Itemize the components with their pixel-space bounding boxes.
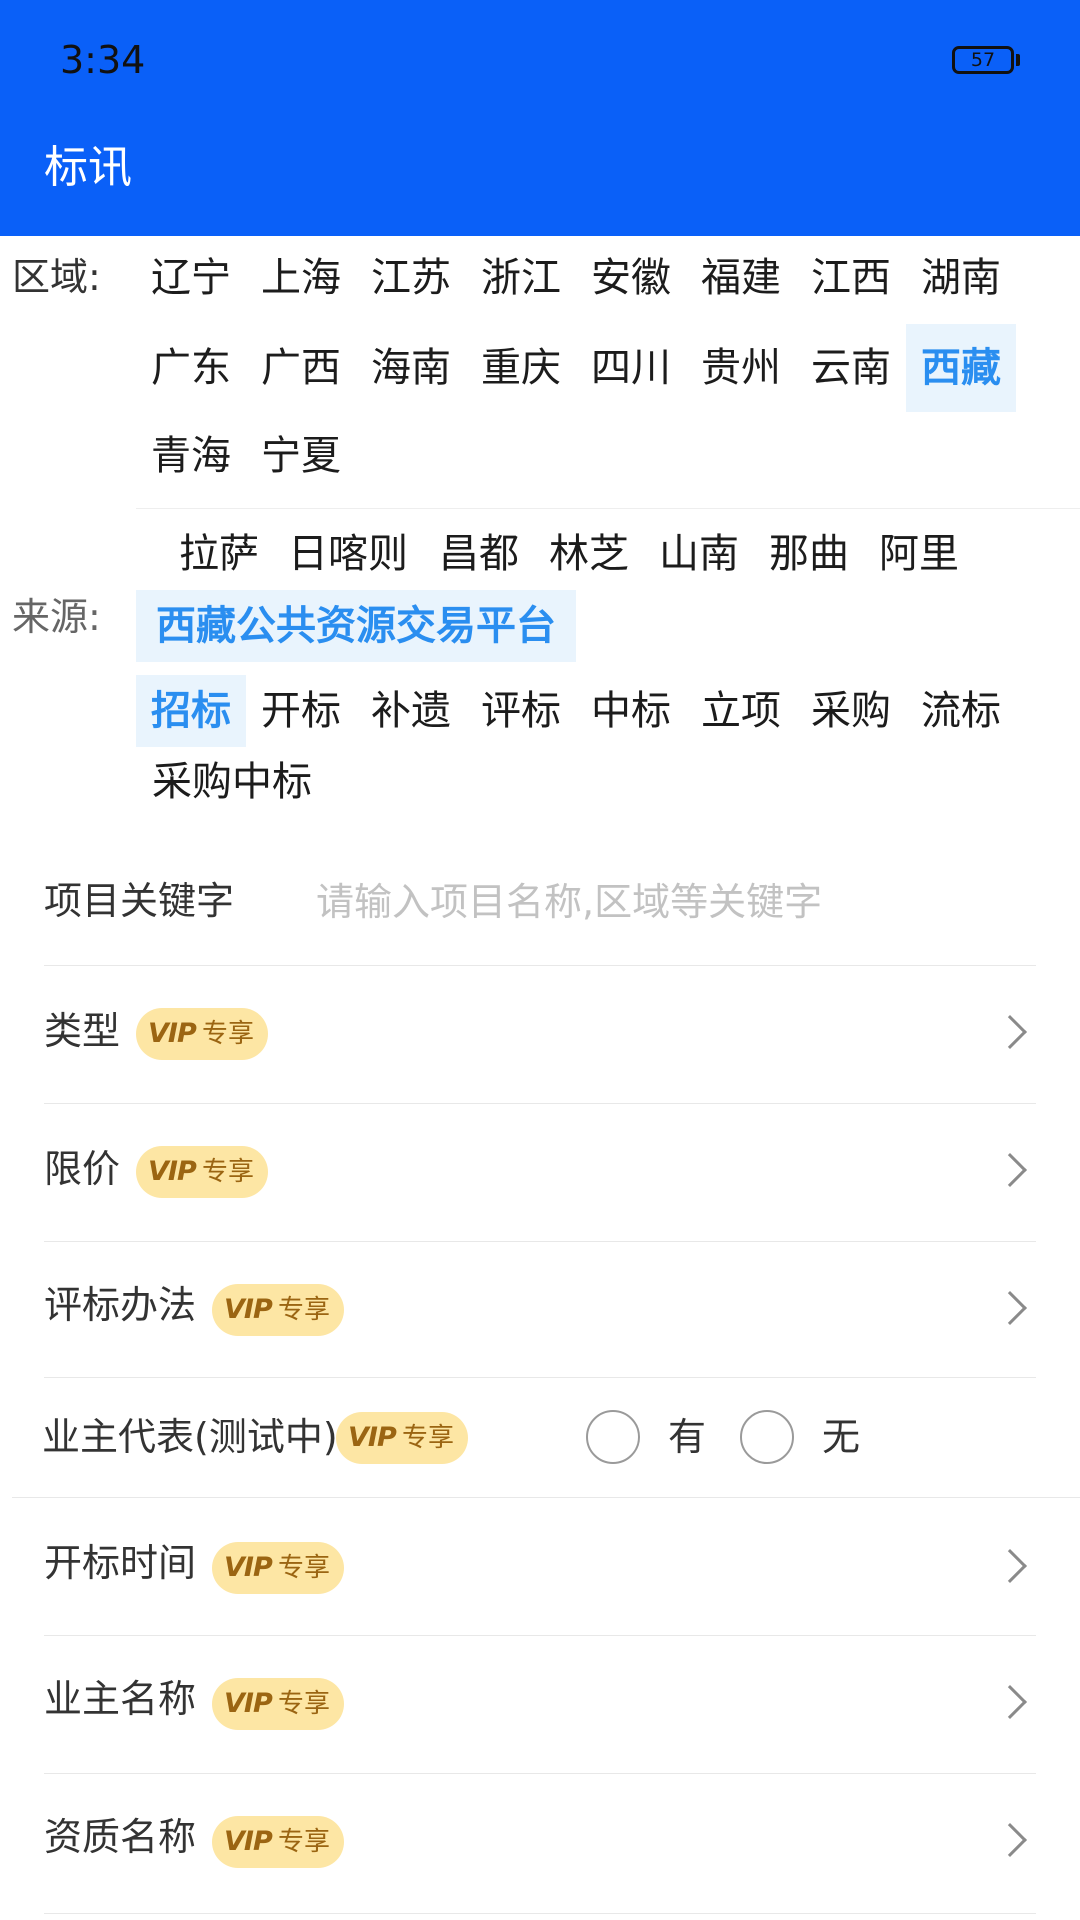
battery-icon: 57 <box>952 46 1014 74</box>
vip-exclusive-text: 专享 <box>278 1827 331 1857</box>
owner-rep-label: 业主代表(测试中) <box>42 1415 338 1459</box>
source-label: 来源: <box>12 595 101 639</box>
eval-method-label: 评标办法 <box>44 1283 197 1327</box>
qualification-label: 资质名称 <box>44 1815 197 1859</box>
region-chip-hainan[interactable]: 海南 <box>356 324 466 412</box>
eval-method-row[interactable]: 评标办法 VIP 专享 <box>44 1242 1036 1378</box>
type-chip-project-approval[interactable]: 立项 <box>686 675 796 747</box>
city-chip-shigatse[interactable]: 日喀则 <box>282 518 414 590</box>
vip-exclusive-text: 专享 <box>202 1157 255 1187</box>
region-chip-xizang-selected[interactable]: 西藏 <box>906 324 1016 412</box>
chevron-right-icon <box>993 1153 1027 1187</box>
chevron-right-icon <box>993 1291 1027 1325</box>
battery-tip <box>1016 54 1020 66</box>
type-chip-failed-bid[interactable]: 流标 <box>906 675 1016 747</box>
region-chip-shanghai[interactable]: 上海 <box>246 234 356 322</box>
type-filter-label: 类型 <box>44 1009 121 1053</box>
row-separator <box>44 1913 1036 1914</box>
city-chip-nyingchi[interactable]: 林芝 <box>534 518 644 590</box>
vip-exclusive-text: 专享 <box>278 1295 331 1325</box>
vip-exclusive-text: 专享 <box>202 1019 255 1049</box>
vip-icon: VIP <box>148 1156 197 1187</box>
region-chip-liaoning[interactable]: 辽宁 <box>136 234 246 322</box>
region-chip-qinghai[interactable]: 青海 <box>136 412 246 500</box>
open-time-label: 开标时间 <box>44 1541 197 1585</box>
type-chip-addendum[interactable]: 补遗 <box>356 675 466 747</box>
city-chip-nagqu[interactable]: 那曲 <box>754 518 864 590</box>
vip-badge: VIP 专享 <box>336 1412 468 1464</box>
region-chip-zhejiang[interactable]: 浙江 <box>466 234 576 322</box>
city-chip-shannan[interactable]: 山南 <box>644 518 754 590</box>
type-chip-procurement[interactable]: 采购 <box>796 675 906 747</box>
region-label: 区域: <box>12 255 101 299</box>
chevron-right-icon <box>993 1685 1027 1719</box>
vip-badge: VIP 专享 <box>212 1678 344 1730</box>
vip-badge: VIP 专享 <box>212 1816 344 1868</box>
status-time: 3:34 <box>60 38 146 82</box>
type-chip-evaluation[interactable]: 评标 <box>466 675 576 747</box>
region-chip-hunan[interactable]: 湖南 <box>906 234 1016 322</box>
vip-badge: VIP 专享 <box>212 1542 344 1594</box>
page-title: 标讯 <box>44 142 132 193</box>
region-chip-jiangsu[interactable]: 江苏 <box>356 234 466 322</box>
owner-name-label: 业主名称 <box>44 1677 197 1721</box>
region-chip-guizhou[interactable]: 贵州 <box>686 324 796 412</box>
owner-rep-yes-label[interactable]: 有 <box>668 1412 706 1462</box>
region-chip-sichuan[interactable]: 四川 <box>576 324 686 412</box>
vip-badge: VIP 专享 <box>212 1284 344 1336</box>
region-chip-anhui[interactable]: 安徽 <box>576 234 686 322</box>
vip-badge: VIP 专享 <box>136 1008 268 1060</box>
vip-exclusive-text: 专享 <box>278 1689 331 1719</box>
city-chip-ngari[interactable]: 阿里 <box>864 518 974 590</box>
region-chip-yunnan[interactable]: 云南 <box>796 324 906 412</box>
vip-icon: VIP <box>224 1552 273 1583</box>
chevron-right-icon <box>993 1823 1027 1857</box>
price-limit-row[interactable]: 限价 VIP 专享 <box>44 1104 1036 1242</box>
type-chip-bid-opening[interactable]: 开标 <box>246 675 356 747</box>
open-time-row[interactable]: 开标时间 VIP 专享 <box>44 1498 1036 1636</box>
owner-rep-yes-radio[interactable] <box>586 1410 640 1464</box>
app-header: 3:34 57 标讯 <box>0 0 1080 236</box>
region-chip-ningxia[interactable]: 宁夏 <box>246 412 356 500</box>
owner-name-row[interactable]: 业主名称 VIP 专享 <box>44 1636 1036 1774</box>
type-chip-award[interactable]: 中标 <box>576 675 686 747</box>
region-chip-fujian[interactable]: 福建 <box>686 234 796 322</box>
region-chip-jiangxi[interactable]: 江西 <box>796 234 906 322</box>
qualification-row[interactable]: 资质名称 VIP 专享 <box>44 1774 1036 1914</box>
region-chip-guangxi[interactable]: 广西 <box>246 324 356 412</box>
city-chip-lhasa[interactable]: 拉萨 <box>164 518 274 590</box>
vip-icon: VIP <box>224 1826 273 1857</box>
owner-rep-row: 业主代表(测试中) VIP 专享 有 无 <box>12 1378 1080 1498</box>
owner-rep-no-radio[interactable] <box>740 1410 794 1464</box>
region-divider <box>136 508 1080 509</box>
region-chip-guangdong[interactable]: 广东 <box>136 324 246 412</box>
keyword-row: 项目关键字 <box>44 836 1036 966</box>
price-limit-label: 限价 <box>44 1147 121 1191</box>
vip-icon: VIP <box>148 1018 197 1049</box>
owner-rep-no-label[interactable]: 无 <box>822 1412 860 1462</box>
type-chip-procurement-award[interactable]: 采购中标 <box>136 746 328 818</box>
chevron-right-icon <box>993 1549 1027 1583</box>
vip-icon: VIP <box>224 1688 273 1719</box>
vip-icon: VIP <box>348 1422 397 1453</box>
type-chip-tender-selected[interactable]: 招标 <box>136 675 246 747</box>
type-filter-row[interactable]: 类型 VIP 专享 <box>44 966 1036 1104</box>
vip-icon: VIP <box>224 1294 273 1325</box>
vip-exclusive-text: 专享 <box>402 1423 455 1453</box>
keyword-label: 项目关键字 <box>44 879 235 923</box>
chevron-right-icon <box>993 1015 1027 1049</box>
vip-exclusive-text: 专享 <box>278 1553 331 1583</box>
keyword-input[interactable] <box>316 872 1016 932</box>
vip-badge: VIP 专享 <box>136 1146 268 1198</box>
region-chip-chongqing[interactable]: 重庆 <box>466 324 576 412</box>
city-chip-chamdo[interactable]: 昌都 <box>424 518 534 590</box>
source-platform-chip[interactable]: 西藏公共资源交易平台 <box>136 590 576 662</box>
